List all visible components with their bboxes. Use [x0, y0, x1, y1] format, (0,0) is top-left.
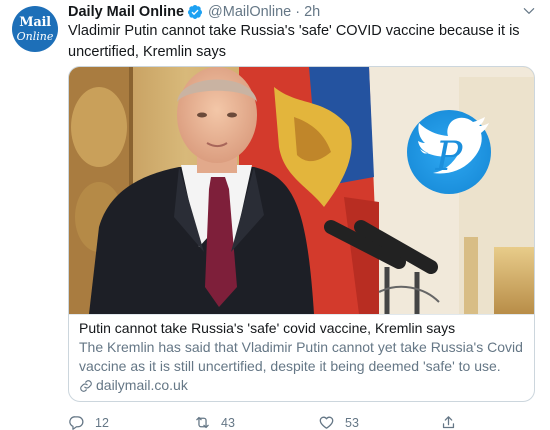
retweet-button[interactable]: 43	[194, 414, 235, 430]
card-image[interactable]: P	[69, 67, 534, 314]
retweet-icon	[196, 416, 209, 429]
news-photo: P	[69, 67, 534, 314]
card-description: The Kremlin has said that Vladimir Putin…	[79, 339, 523, 374]
card-domain-text: dailymail.co.uk	[96, 377, 188, 393]
card-domain[interactable]: dailymail.co.uk	[79, 376, 526, 395]
avatar-logo-line2: Online	[16, 30, 54, 43]
share-icon	[442, 416, 455, 429]
reply-count: 12	[95, 415, 109, 430]
reply-icon	[69, 416, 84, 430]
like-count: 53	[345, 415, 359, 430]
link-card[interactable]: P Putin cannot take Russia's 'safe' covi…	[68, 66, 535, 402]
tweet-text: Vladimir Putin cannot take Russia's 'saf…	[68, 23, 520, 60]
separator-dot: ·	[295, 4, 301, 20]
avatar[interactable]: Mail Online	[12, 6, 58, 52]
verified-badge-icon	[188, 5, 203, 19]
heart-icon	[319, 416, 334, 429]
timestamp[interactable]: 2h	[304, 4, 320, 20]
tweet-actions: 12 43 53	[68, 414, 538, 430]
card-title[interactable]: Putin cannot take Russia's 'safe' covid …	[79, 319, 526, 338]
card-text[interactable]: Putin cannot take Russia's 'safe' covid …	[69, 314, 534, 401]
chevron-down-icon[interactable]	[522, 4, 536, 18]
tweet-header: Daily Mail Online @MailOnline · 2h	[68, 3, 320, 21]
retweet-count: 43	[221, 415, 235, 430]
reply-button[interactable]: 12	[68, 414, 109, 430]
link-icon	[80, 379, 92, 392]
avatar-logo-line1: Mail	[19, 15, 51, 30]
display-name[interactable]: Daily Mail Online	[68, 4, 184, 20]
watermark-letter: P	[435, 134, 464, 180]
share-button[interactable]	[440, 414, 467, 430]
like-button[interactable]: 53	[318, 414, 359, 430]
handle[interactable]: @MailOnline	[208, 4, 291, 20]
tweet[interactable]: Mail Online Daily Mail Online @MailOnlin…	[0, 0, 550, 430]
